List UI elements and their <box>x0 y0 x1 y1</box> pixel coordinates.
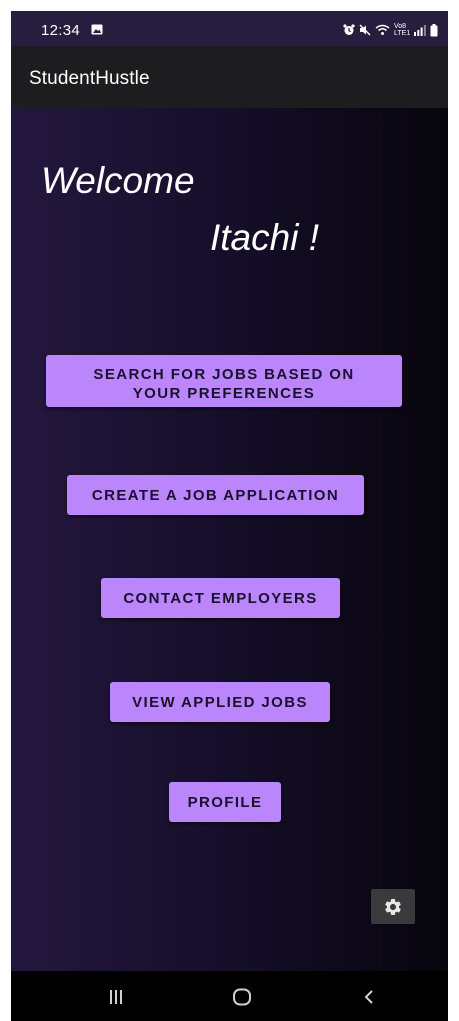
app-title: StudentHustle <box>29 68 150 89</box>
signal-icon <box>414 24 426 36</box>
navigation-bar <box>11 971 448 1021</box>
alarm-icon <box>343 24 355 35</box>
view-applied-jobs-button[interactable]: VIEW APPLIED JOBS <box>110 682 330 722</box>
search-jobs-button-label: SEARCH FOR JOBS BASED ON YOUR PREFERENCE… <box>93 366 355 402</box>
back-button[interactable] <box>354 986 384 1008</box>
app-bar: StudentHustle <box>11 46 448 108</box>
battery-icon <box>430 23 438 36</box>
profile-button[interactable]: PROFILE <box>169 782 281 822</box>
network-label: Vo8 LTE1 <box>394 23 411 37</box>
wifi-icon <box>375 24 390 35</box>
gallery-icon <box>91 24 103 35</box>
mute-icon <box>359 24 371 36</box>
home-icon <box>233 988 251 1006</box>
home-content: Welcome Itachi ! SEARCH FOR JOBS BASED O… <box>11 108 448 971</box>
gear-icon <box>385 898 401 915</box>
back-icon <box>364 990 373 1004</box>
search-jobs-button[interactable]: SEARCH FOR JOBS BASED ON YOUR PREFERENCE… <box>46 355 402 407</box>
status-icons: Vo8 LTE1 <box>343 23 438 37</box>
username-text: Itachi ! <box>210 217 319 258</box>
status-bar: 12:34 Vo8 LTE1 <box>11 11 448 46</box>
create-job-application-button[interactable]: CREATE A JOB APPLICATION <box>67 475 364 515</box>
status-time: 12:34 <box>41 22 81 39</box>
contact-employers-button[interactable]: CONTACT EMPLOYERS <box>101 578 340 618</box>
recent-apps-icon <box>110 990 122 1004</box>
home-button[interactable] <box>227 986 257 1008</box>
settings-button[interactable] <box>371 889 415 924</box>
recent-apps-button[interactable] <box>101 986 131 1008</box>
phone-screen: 12:34 Vo8 LTE1 StudentHustle Welcome Ita… <box>11 11 448 1021</box>
welcome-text: Welcome <box>41 160 195 201</box>
